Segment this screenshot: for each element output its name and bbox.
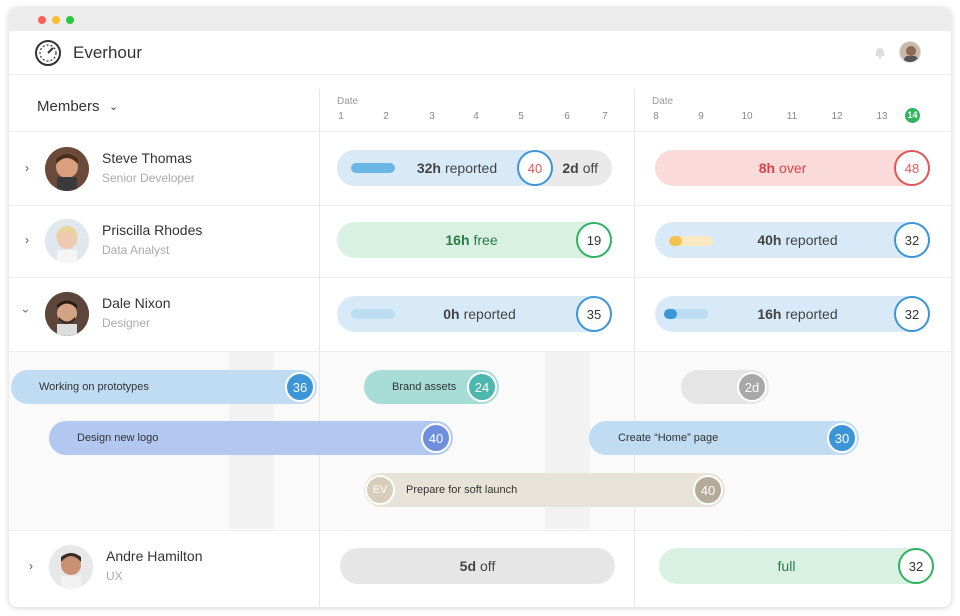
task-label: Working on prototypes: [39, 381, 149, 393]
week1-date-label: Date: [337, 96, 359, 107]
capacity-circle[interactable]: 40: [517, 150, 553, 186]
hours-text: reported: [444, 160, 498, 176]
assignee-initials[interactable]: EV: [365, 475, 395, 505]
hours-value: 0h: [443, 306, 460, 322]
header-divider: [9, 131, 951, 132]
progress-bar: [669, 236, 682, 246]
hours-text: reported: [785, 306, 838, 322]
avatar-andre-hamilton: [49, 545, 93, 589]
close-window-button[interactable]: [38, 16, 46, 24]
off-value: 5d: [459, 558, 477, 574]
member-name[interactable]: Dale Nixon: [102, 295, 170, 311]
week2-date-label: Date: [652, 96, 674, 107]
free-pill[interactable]: 16h free: [337, 222, 612, 258]
row-divider: [9, 351, 951, 352]
minimize-window-button[interactable]: [52, 16, 60, 24]
hours-text: over: [779, 160, 807, 176]
day-number: 12: [831, 111, 843, 122]
avatar-dale-nixon: [45, 292, 89, 336]
maximize-window-button[interactable]: [66, 16, 74, 24]
off-text: off: [480, 558, 496, 574]
progress-bar-track: [351, 309, 395, 319]
day-number: 6: [564, 111, 570, 122]
day-number: 3: [429, 111, 435, 122]
task-hours-circle[interactable]: 40: [421, 423, 451, 453]
members-chevron-down-icon[interactable]: ⌄: [109, 100, 118, 113]
collapse-chevron-down-icon[interactable]: ›: [19, 309, 33, 313]
member-name[interactable]: Andre Hamilton: [106, 548, 203, 564]
day-number: 11: [786, 111, 798, 122]
full-pill[interactable]: full: [659, 548, 934, 584]
row-divider: [9, 205, 951, 206]
member-role: Data Analyst: [102, 243, 170, 257]
task-bar[interactable]: Create “Home” page: [589, 421, 859, 455]
notification-bell-icon[interactable]: [873, 46, 887, 60]
capacity-circle[interactable]: 48: [894, 150, 930, 186]
day-number: 5: [518, 111, 524, 122]
task-label: Design new logo: [77, 432, 159, 444]
capacity-circle[interactable]: 35: [576, 296, 612, 332]
user-avatar[interactable]: [899, 41, 921, 63]
row-divider: [9, 277, 951, 278]
task-hours-circle[interactable]: 24: [467, 372, 497, 402]
expand-chevron-right-icon[interactable]: ›: [29, 559, 33, 573]
day-number: 9: [698, 111, 704, 122]
member-name[interactable]: Priscilla Rhodes: [102, 222, 202, 238]
capacity-circle[interactable]: 19: [576, 222, 612, 258]
everhour-logo-icon[interactable]: [34, 39, 62, 67]
task-hours-circle[interactable]: 40: [693, 475, 723, 505]
member-role: Designer: [102, 316, 151, 330]
capacity-circle[interactable]: 32: [898, 548, 934, 584]
hours-value: 32h: [416, 160, 441, 176]
off-value: 2d: [562, 160, 579, 176]
task-bar[interactable]: Design new logo: [49, 421, 453, 455]
today-marker: 14: [905, 108, 920, 123]
task-bar[interactable]: Prepare for soft launch: [364, 473, 725, 507]
time-off-pill[interactable]: 5d off: [340, 548, 615, 584]
day-number: 2: [383, 111, 389, 122]
task-hours-circle[interactable]: 2d: [737, 372, 767, 402]
member-name[interactable]: Steve Thomas: [102, 150, 192, 166]
member-role: UX: [106, 569, 123, 583]
member-role: Senior Developer: [102, 171, 195, 185]
app-name: Everhour: [73, 43, 142, 62]
hours-value: 16h: [757, 306, 782, 322]
row-divider: [9, 530, 951, 531]
task-hours-circle[interactable]: 36: [285, 372, 315, 402]
task-label: Create “Home” page: [618, 432, 719, 444]
hours-value: 40h: [757, 232, 782, 248]
hours-text: full: [777, 558, 796, 574]
expand-chevron-right-icon[interactable]: ›: [25, 161, 29, 175]
day-number: 13: [876, 111, 888, 122]
day-number: 8: [653, 111, 659, 122]
hours-text: reported: [463, 306, 516, 322]
day-number: 1: [338, 111, 344, 122]
members-header[interactable]: Members: [37, 98, 100, 115]
day-number: 10: [741, 111, 753, 122]
task-bar[interactable]: Working on prototypes: [11, 370, 317, 404]
avatar-priscilla-rhodes: [45, 219, 89, 263]
capacity-circle[interactable]: 32: [894, 222, 930, 258]
expand-chevron-right-icon[interactable]: ›: [25, 233, 29, 247]
task-label: Prepare for soft launch: [406, 484, 518, 496]
title-bar: [9, 7, 951, 31]
hours-value: 8h: [758, 160, 776, 176]
task-hours-circle[interactable]: 30: [827, 423, 857, 453]
off-text: off: [582, 160, 598, 176]
overtime-pill[interactable]: 8h over: [655, 150, 930, 186]
task-label: Brand assets: [392, 381, 457, 393]
day-number: 7: [602, 111, 608, 122]
progress-bar: [351, 163, 395, 173]
capacity-circle[interactable]: 32: [894, 296, 930, 332]
hours-value: 16h: [445, 232, 470, 248]
hours-text: reported: [785, 232, 838, 248]
hours-text: free: [473, 232, 498, 248]
day-number: 4: [473, 111, 479, 122]
avatar-steve-thomas: [45, 147, 89, 191]
app-header: Everhour: [9, 31, 951, 75]
progress-bar: [664, 309, 677, 319]
